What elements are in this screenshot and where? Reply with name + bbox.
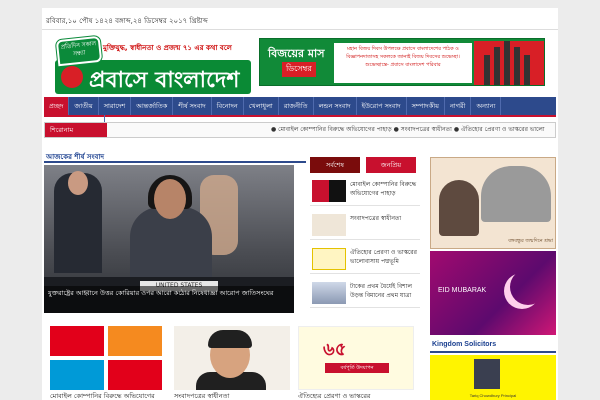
- list-item[interactable]: সংবাদপত্রের স্বাধীনতা: [310, 210, 420, 240]
- ticker-text[interactable]: ● মোবাইল কোম্পানির বিরুদ্ধে অভিযোগের পাহ…: [271, 123, 555, 137]
- news-tabs: সর্বশেষ জনপ্রিয়: [310, 157, 420, 173]
- nav-item-4[interactable]: শীর্ষ সংবাদ: [173, 97, 212, 115]
- nav-item-7[interactable]: রাজনীতি: [279, 97, 314, 115]
- news-card[interactable]: মোবাইল কোম্পানির বিরুদ্ধে অভিযোগের: [50, 326, 166, 400]
- lead-section-header: আজকের শীর্ষ সংবাদ: [44, 149, 306, 163]
- victory-month-banner[interactable]: বিজয়ের মাস ডিসেম্বর মহান বিজয় দিবস উপল…: [259, 38, 545, 86]
- thumbnail: [312, 214, 346, 236]
- sponsor-header: Kingdom Solicitors: [430, 339, 556, 353]
- banner-message: মহান বিজয় দিবস উপলক্ষে প্রবাসে বাংলাদেশ…: [334, 43, 472, 83]
- banner-subtitle: ডিসেম্বর: [282, 62, 316, 77]
- nav-item-10[interactable]: সম্পাদকীয়: [407, 97, 445, 115]
- thumbnail: [312, 282, 346, 304]
- card-image: [174, 326, 290, 390]
- main-nav: প্রচ্ছদ জাতীয় সারাদেশ আন্তর্জাতিক শীর্ষ সংব…: [44, 97, 556, 133]
- crescent-moon-icon: [510, 269, 546, 305]
- card-image: [50, 326, 166, 390]
- card-title: মোবাইল কোম্পানির বিরুদ্ধে অভিযোগের: [50, 392, 155, 400]
- news-card[interactable]: সংবাদপত্রের স্বাধীনতা: [174, 326, 290, 400]
- site-name: প্রবাসে বাংলাদেশ: [89, 68, 240, 93]
- page: রবিবার,১০ পৌষ ১৪২৪ বঙ্গাব্দ,২৪ ডিসেম্বর …: [42, 8, 558, 400]
- sponsor-person: Tariq Chowdhury Principal: [469, 393, 517, 398]
- nav-item-9[interactable]: ইউরোপ সংবাদ: [357, 97, 407, 115]
- logo-bar: প্রবাসে বাংলাদেশ: [55, 60, 251, 94]
- card-image: ৬৫ বর্ষপূর্তি উদযাপন: [298, 326, 414, 390]
- sponsor-photo: [474, 359, 500, 389]
- nav-item-6[interactable]: খেলাধুলা: [244, 97, 279, 115]
- list-item-title: টাকের প্রথম ধৈর্যেই বিশাল উড়ন্ত বিমানের…: [350, 283, 412, 299]
- site-logo[interactable]: প্রতিদিন সকাল সন্ধ্যা মুক্তিযুদ্ধ, স্বাধ…: [55, 35, 251, 96]
- anniversary-number: ৬৫: [323, 339, 347, 360]
- list-item-title: সংবাদপত্রের স্বাধীনতা: [350, 215, 402, 222]
- thumbnail: [312, 248, 346, 270]
- current-date: রবিবার,১০ পৌষ ১৪২৪ বঙ্গাব্দ,২৪ ডিসেম্বর …: [46, 17, 208, 25]
- headline-ticker: শিরোনাম ● মোবাইল কোম্পানির বিরুদ্ধে অভিয…: [44, 122, 556, 138]
- card-title: সংবাদপত্রের স্বাধীনতা: [174, 392, 230, 400]
- ticker-label: শিরোনাম: [45, 123, 107, 137]
- tab-popular[interactable]: জনপ্রিয়: [366, 157, 416, 173]
- poster-caption: বঙ্গবন্ধুর জন্মদিনে শ্রদ্ধা: [508, 238, 553, 244]
- nav-item-0[interactable]: প্রচ্ছদ: [44, 97, 70, 115]
- eid-greeting-banner[interactable]: EID MUBARAK: [430, 251, 556, 335]
- sponsor-ad[interactable]: Tariq Chowdhury Principal: [430, 355, 556, 400]
- logo-tagline: মুক্তিযুদ্ধ, স্বাধীনতা ও প্রজন্ম ৭১ এর ক…: [103, 44, 232, 52]
- nav-item-12[interactable]: অন্যান্য: [471, 97, 502, 115]
- flag-circle-icon: [61, 66, 83, 88]
- card-title: ঐতিহ্যের প্রেরণা ও ভাস্করের: [298, 392, 371, 400]
- tribute-poster[interactable]: বঙ্গবন্ধুর জন্মদিনে শ্রদ্ধা: [430, 157, 556, 249]
- nav-item-1[interactable]: জাতীয়: [69, 97, 99, 115]
- thumbnail: [312, 180, 346, 202]
- list-item[interactable]: টাকের প্রথম ধৈর্যেই বিশাল উড়ন্ত বিমানের…: [310, 278, 420, 308]
- list-item[interactable]: মোবাইল কোম্পানির বিরুদ্ধে অভিযোগের পাহাড…: [310, 176, 420, 206]
- nav-item-2[interactable]: সারাদেশ: [99, 97, 132, 115]
- list-item-title: মোবাইল কোম্পানির বিরুদ্ধে অভিযোগের পাহাড…: [350, 181, 417, 197]
- nav-item-3[interactable]: আন্তর্জাতিক: [131, 97, 174, 115]
- lead-story-caption[interactable]: যুক্তরাষ্ট্রের আহ্বানে উত্তর কোরিয়ার ওপ…: [44, 286, 294, 313]
- nav-item-8[interactable]: লন্ডন সংবাদ: [314, 97, 357, 115]
- list-item-title: ঐতিহ্যের প্রেরণা ও ভাস্করের ভালোবাসায় প…: [350, 249, 417, 265]
- list-item[interactable]: ঐতিহ্যের প্রেরণা ও ভাস্করের ভালোবাসায় প…: [310, 244, 420, 274]
- anniversary-label: বর্ষপূর্তি উদযাপন: [325, 363, 389, 373]
- news-card[interactable]: ৬৫ বর্ষপূর্তি উদযাপন ঐতিহ্যের প্রেরণা ও …: [298, 326, 414, 400]
- tab-latest[interactable]: সর্বশেষ: [310, 157, 360, 173]
- lead-section-title: আজকের শীর্ষ সংবাদ: [46, 153, 105, 161]
- date-bar: রবিবার,১০ পৌষ ১৪২৪ বঙ্গাব্দ,২৪ ডিসেম্বর …: [42, 8, 558, 30]
- nav-item-5[interactable]: বিনোদন: [212, 97, 244, 115]
- martyrs-monument-icon: [474, 41, 544, 85]
- sponsor-title: Kingdom Solicitors: [432, 341, 497, 348]
- nav-item-11[interactable]: নাগরী: [445, 97, 472, 115]
- news-cards: মোবাইল কোম্পানির বিরুদ্ধে অভিযোগের সংবাদ…: [44, 326, 424, 400]
- latest-news-list: মোবাইল কোম্পানির বিরুদ্ধে অভিযোগের পাহাড…: [310, 176, 420, 316]
- logo-pin-badge: প্রতিদিন সকাল সন্ধ্যা: [55, 35, 103, 67]
- eid-text: EID MUBARAK: [438, 287, 487, 294]
